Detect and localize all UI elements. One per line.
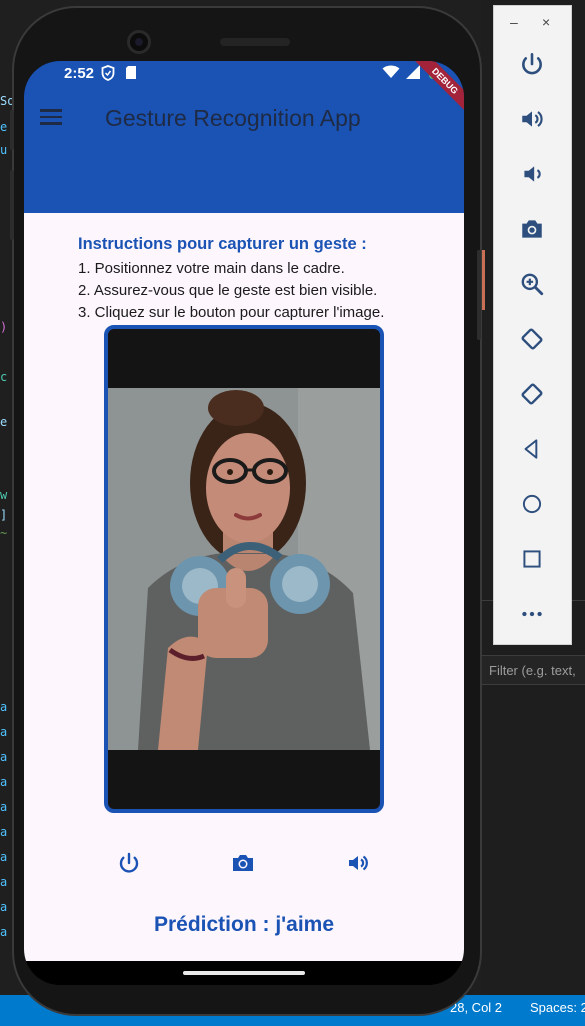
gutter-text: c: [0, 370, 8, 384]
home-gesture-pill[interactable]: [183, 971, 305, 975]
gutter-text: a: [0, 850, 8, 864]
prediction-result: Prédiction : j'aime: [153, 913, 335, 936]
gutter-text: a: [0, 700, 8, 714]
volume-icon[interactable]: [344, 849, 372, 877]
instruction-step: 2. Assurez-vous que le geste est bien vi…: [78, 282, 378, 299]
zoom-icon[interactable]: [515, 267, 549, 301]
more-icon[interactable]: [515, 597, 549, 631]
minimize-button[interactable]: –: [510, 14, 518, 30]
camera-preview[interactable]: [104, 325, 384, 813]
gutter-text: a: [0, 750, 8, 764]
gesture-nav-bar: [24, 961, 464, 985]
android-status-bar: 2:52 DEBUG: [24, 61, 464, 118]
cursor-position[interactable]: 28, Col 2: [450, 1000, 502, 1015]
instruction-step: 3. Cliquez sur le bouton pour capturer l…: [78, 304, 385, 321]
gutter-text: a: [0, 725, 8, 739]
gutter-text: w: [0, 488, 8, 502]
sd-card-icon: [125, 65, 137, 84]
phone-side-button: [10, 110, 14, 150]
gutter-text: ]: [0, 508, 8, 522]
gutter-text: a: [0, 875, 8, 889]
power-icon[interactable]: [515, 47, 549, 81]
gutter-text: e: [0, 415, 8, 429]
indentation-setting[interactable]: Spaces: 2: [530, 1000, 585, 1015]
wifi-icon: [382, 65, 400, 83]
overview-icon[interactable]: [515, 542, 549, 576]
camera-icon[interactable]: [229, 849, 257, 877]
gutter-text: a: [0, 825, 8, 839]
gutter-text: a: [0, 925, 8, 939]
menu-button[interactable]: [40, 105, 70, 133]
app-title: Gesture Recognition App: [105, 105, 361, 131]
emulator-toolbar: – ×: [493, 5, 572, 645]
shield-icon: [101, 65, 115, 85]
rotate-left-icon[interactable]: [515, 322, 549, 356]
home-icon[interactable]: [515, 487, 549, 521]
phone-side-button: [10, 170, 14, 240]
gutter-text: a: [0, 775, 8, 789]
signal-icon: [406, 65, 420, 83]
volume-down-icon[interactable]: [515, 157, 549, 191]
gutter-text: a: [0, 900, 8, 914]
captured-photo: [108, 388, 380, 750]
power-icon[interactable]: [115, 849, 143, 877]
close-button[interactable]: ×: [542, 14, 550, 30]
camera-icon[interactable]: [515, 212, 549, 246]
phone-screen: 2:52 DEBUG Gesture Recognition App Instr…: [24, 61, 464, 985]
phone-side-button: [477, 250, 481, 340]
gutter-text: ): [0, 320, 8, 334]
gutter-text: a: [0, 800, 8, 814]
instruction-step: 1. Positionnez votre main dans le cadre.: [78, 260, 345, 277]
volume-up-icon[interactable]: [515, 102, 549, 136]
back-icon[interactable]: [515, 432, 549, 466]
front-camera: [127, 30, 151, 54]
status-time: 2:52: [64, 65, 95, 82]
rotate-right-icon[interactable]: [515, 377, 549, 411]
app-bar: 2:52 DEBUG Gesture Recognition App: [24, 61, 464, 213]
gutter-text: e: [0, 120, 8, 134]
main-content: Instructions pour capturer un geste : 1.…: [24, 213, 464, 961]
instructions-title: Instructions pour capturer un geste :: [78, 235, 367, 253]
phone-speaker: [220, 38, 290, 46]
gutter-text: ~: [0, 526, 8, 540]
ide-filter-input[interactable]: Filter (e.g. text,: [481, 655, 585, 685]
gutter-text: u: [0, 143, 8, 157]
